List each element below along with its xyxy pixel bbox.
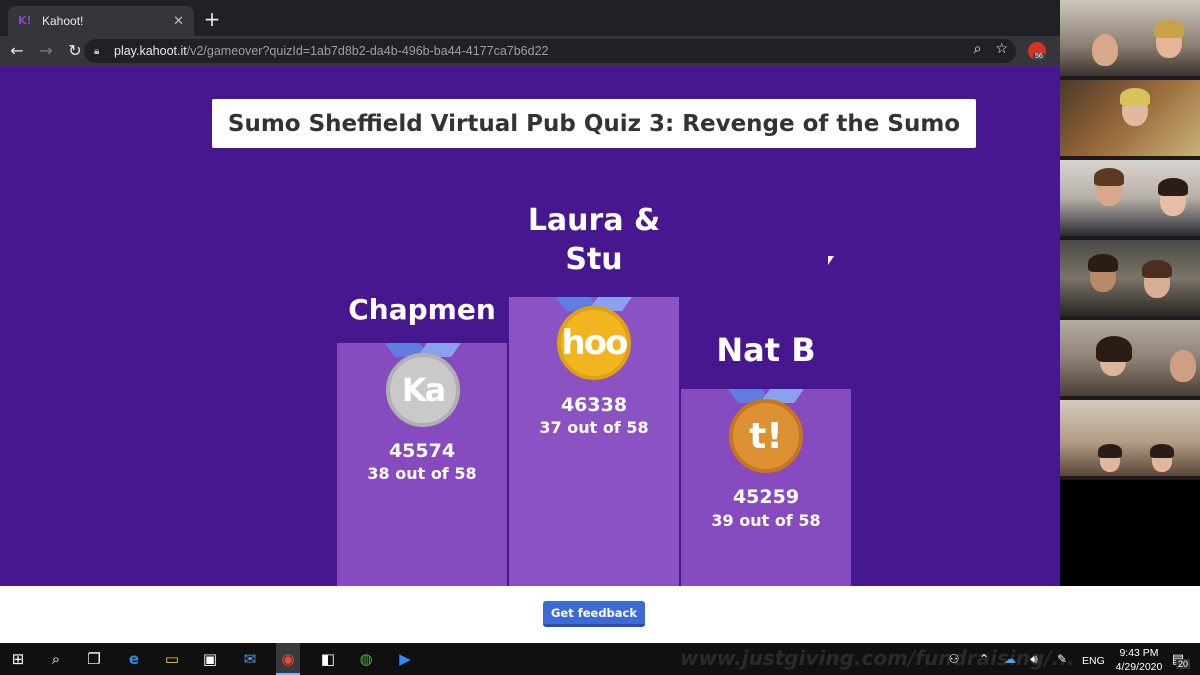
mail-icon[interactable]: ✉ [240, 649, 260, 669]
second-place-correct: 38 out of 58 [367, 464, 477, 483]
extension-badge: 56 [1033, 53, 1045, 60]
participant-hair [1088, 254, 1118, 272]
participant-video[interactable] [1060, 320, 1200, 398]
windows-start-icon[interactable]: ⊞ [8, 649, 28, 669]
second-place-name: Chapmen [348, 293, 496, 326]
zoom-icon[interactable]: ⌕ [974, 41, 982, 57]
bronze-medal-icon: t! [729, 399, 803, 473]
participant-video[interactable] [1060, 160, 1200, 238]
clock-time[interactable]: 9:43 PM [1114, 647, 1164, 659]
participant-hair [1120, 88, 1150, 106]
kahoot-gameover-page: Sumo Sheffield Virtual Pub Quiz 3: Reven… [0, 66, 1060, 586]
participant-hair [1142, 260, 1172, 278]
participant-hair [1098, 444, 1122, 458]
clock-date[interactable]: 4/29/2020 [1110, 661, 1168, 673]
close-tab-icon[interactable]: ✕ [173, 14, 184, 29]
participant-hair [1096, 336, 1132, 362]
task-view-icon[interactable]: ❐ [84, 649, 104, 669]
volume-icon[interactable]: 🔊︎ [1024, 649, 1044, 669]
language-indicator[interactable]: ENG [1082, 655, 1105, 667]
notification-count: 20 [1176, 659, 1191, 669]
first-place-name-line1: Laura & [527, 203, 661, 238]
store-icon[interactable]: ▣ [200, 649, 220, 669]
gold-medal-icon: hoo [557, 306, 631, 380]
participant-hair [1154, 20, 1184, 38]
tab-kahoot[interactable]: K! Kahoot! ✕ [8, 6, 194, 36]
zoom-app-icon[interactable]: ▶ [395, 649, 415, 669]
participant-hair [1158, 178, 1188, 196]
first-place-correct: 37 out of 58 [539, 418, 649, 437]
first-place-name-line2: Stu [565, 242, 623, 277]
back-button[interactable]: ← [5, 39, 29, 63]
first-place-name: Laura & Stu [509, 201, 679, 279]
participant-video[interactable] [1060, 400, 1200, 478]
windows-taskbar: www.justgiving.com/fundraising/... ⊞ ⌕ ❐… [0, 643, 1200, 675]
second-place-score: 45574 [388, 440, 456, 462]
quiz-title: Sumo Sheffield Virtual Pub Quiz 3: Reven… [227, 110, 961, 137]
bookmark-star-icon[interactable]: ☆ [995, 41, 1008, 57]
third-place-score: 45259 [732, 486, 800, 508]
file-explorer-icon[interactable]: ▭ [162, 649, 182, 669]
url-host: play.kahoot.it [114, 44, 187, 58]
video-call-strip [1060, 0, 1200, 480]
participant-video[interactable] [1060, 240, 1200, 318]
participant-hair [1094, 168, 1124, 186]
first-place-score: 46338 [560, 394, 628, 416]
participant-video[interactable] [1060, 80, 1200, 158]
chrome-icon[interactable]: ◉ [278, 649, 298, 669]
edge-browser-icon[interactable]: e [124, 649, 144, 669]
quiz-title-box: Sumo Sheffield Virtual Pub Quiz 3: Reven… [212, 99, 976, 148]
mouse-cursor-icon [828, 256, 834, 265]
people-icon[interactable]: ⚇ [944, 649, 964, 669]
tab-title: Kahoot! [42, 14, 84, 28]
kahoot-favicon-icon: K! [18, 14, 32, 27]
chevron-up-icon[interactable]: ⌃ [974, 649, 994, 669]
new-tab-button[interactable]: + [200, 8, 224, 32]
participant-video[interactable] [1060, 0, 1200, 78]
participant-face [1092, 34, 1118, 66]
url-path: /v2/gameover?quizId=1ab7d8b2-da4b-496b-b… [186, 44, 549, 58]
address-bar[interactable]: 🔒︎ play.kahoot.it /v2/gameover?quizId=1a… [84, 39, 1016, 63]
third-place-name: Nat B [716, 331, 816, 369]
onedrive-icon[interactable]: ☁ [1000, 649, 1020, 669]
get-feedback-button[interactable]: Get feedback [543, 601, 645, 627]
third-place-correct: 39 out of 58 [711, 511, 821, 530]
participant-hair [1150, 444, 1174, 458]
lock-icon: 🔒︎ [94, 45, 100, 57]
browser-toolbar: ← → ↻ 🔒︎ play.kahoot.it /v2/gameover?qui… [0, 36, 1060, 66]
participant-face [1170, 350, 1196, 382]
sticky-notes-icon[interactable]: ◧ [318, 649, 338, 669]
browser-tab-bar: K! Kahoot! ✕ + [0, 0, 1060, 36]
search-icon[interactable]: ⌕ [46, 649, 66, 669]
pen-icon[interactable]: ✎ [1052, 649, 1072, 669]
silver-medal-icon: Ka [386, 353, 460, 427]
forward-button[interactable]: → [34, 39, 58, 63]
globe-app-icon[interactable]: ◍ [356, 649, 376, 669]
page-footer: Get feedback [0, 586, 1200, 643]
